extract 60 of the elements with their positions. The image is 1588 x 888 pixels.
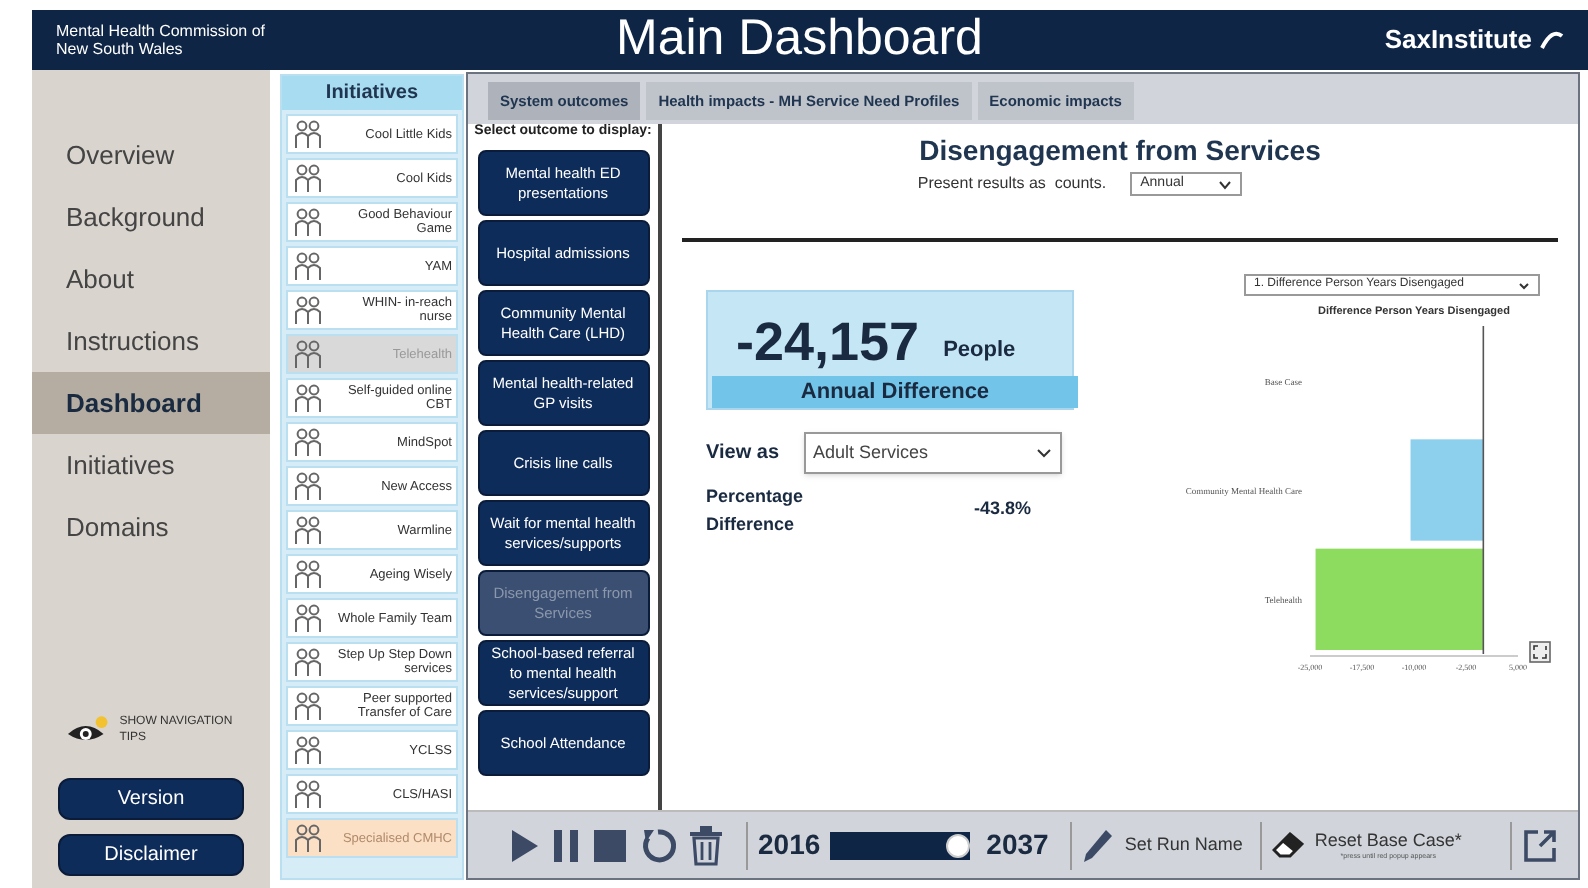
percentage-value: -43.8% — [974, 496, 1032, 523]
nav-button[interactable]: Disclaimer — [58, 834, 244, 876]
organisation-name: Mental Health Commission of New South Wales — [56, 22, 267, 58]
trash-icon[interactable] — [688, 825, 724, 865]
nav-item[interactable]: Domains — [32, 496, 270, 558]
nav-item[interactable]: Background — [32, 186, 270, 248]
percentage-label: Percentage Difference — [706, 484, 806, 538]
dashboard-title: Main Dashboard — [616, 8, 983, 71]
end-year: 2037 — [986, 826, 1049, 864]
chevron-icon — [1035, 448, 1052, 458]
nav-item[interactable]: Initiatives — [32, 434, 270, 496]
reset-icon[interactable] — [638, 825, 678, 865]
people-icon — [292, 822, 324, 854]
people-icon — [292, 118, 324, 150]
slider-thumb[interactable] — [946, 833, 971, 857]
metric-caption: Annual Difference — [712, 376, 1078, 408]
nav-item[interactable]: Overview — [32, 124, 270, 186]
metric-unit: People — [943, 335, 1016, 365]
external-link-icon[interactable] — [1522, 827, 1558, 863]
fullscreen-icon[interactable] — [1529, 641, 1551, 663]
outcome-title: Disengagement from Services — [917, 134, 1323, 166]
people-icon — [292, 294, 324, 326]
nav-item[interactable]: Dashboard — [32, 372, 270, 434]
view-as-label: View as — [706, 440, 780, 468]
people-icon — [292, 162, 324, 194]
people-icon — [292, 338, 324, 370]
people-icon — [292, 690, 324, 722]
people-icon — [292, 470, 324, 502]
people-icon — [292, 250, 324, 282]
people-icon — [292, 426, 324, 458]
pause-icon[interactable] — [550, 827, 582, 863]
stop-icon[interactable] — [592, 827, 628, 863]
people-icon — [292, 206, 324, 238]
people-icon — [292, 778, 324, 810]
view-as-dropdown[interactable]: Adult Services — [803, 432, 1062, 474]
nav-button[interactable]: Version — [58, 778, 244, 820]
year-slider-track[interactable] — [830, 831, 971, 859]
reset-base-case-button[interactable]: Reset Base Case* — [1314, 830, 1462, 852]
set-run-name-button[interactable]: Set Run Name — [1124, 831, 1243, 859]
logo-text: SaxInstitute — [1384, 22, 1532, 59]
pencil-icon[interactable] — [1082, 827, 1115, 863]
nav-item[interactable]: Instructions — [32, 310, 270, 372]
start-year: 2016 — [758, 826, 821, 864]
nav-item[interactable]: About — [32, 248, 270, 310]
people-icon — [292, 382, 324, 414]
chevron-icon — [1518, 281, 1530, 289]
people-icon — [292, 514, 324, 546]
people-icon — [292, 734, 324, 766]
logo-icon — [1540, 28, 1564, 52]
people-icon — [292, 602, 324, 634]
eraser-icon[interactable] — [1272, 831, 1305, 859]
chart-bar — [1410, 439, 1484, 541]
metric-value: -24,157 — [736, 310, 920, 376]
eye-icon[interactable] — [64, 714, 112, 746]
chevron-icon — [1218, 179, 1233, 189]
people-icon — [292, 558, 324, 590]
initiatives-heading: Initiatives — [282, 76, 462, 110]
present-results-label: Present results as counts. — [917, 172, 1107, 196]
people-icon — [292, 646, 324, 678]
play-icon[interactable] — [508, 827, 540, 863]
